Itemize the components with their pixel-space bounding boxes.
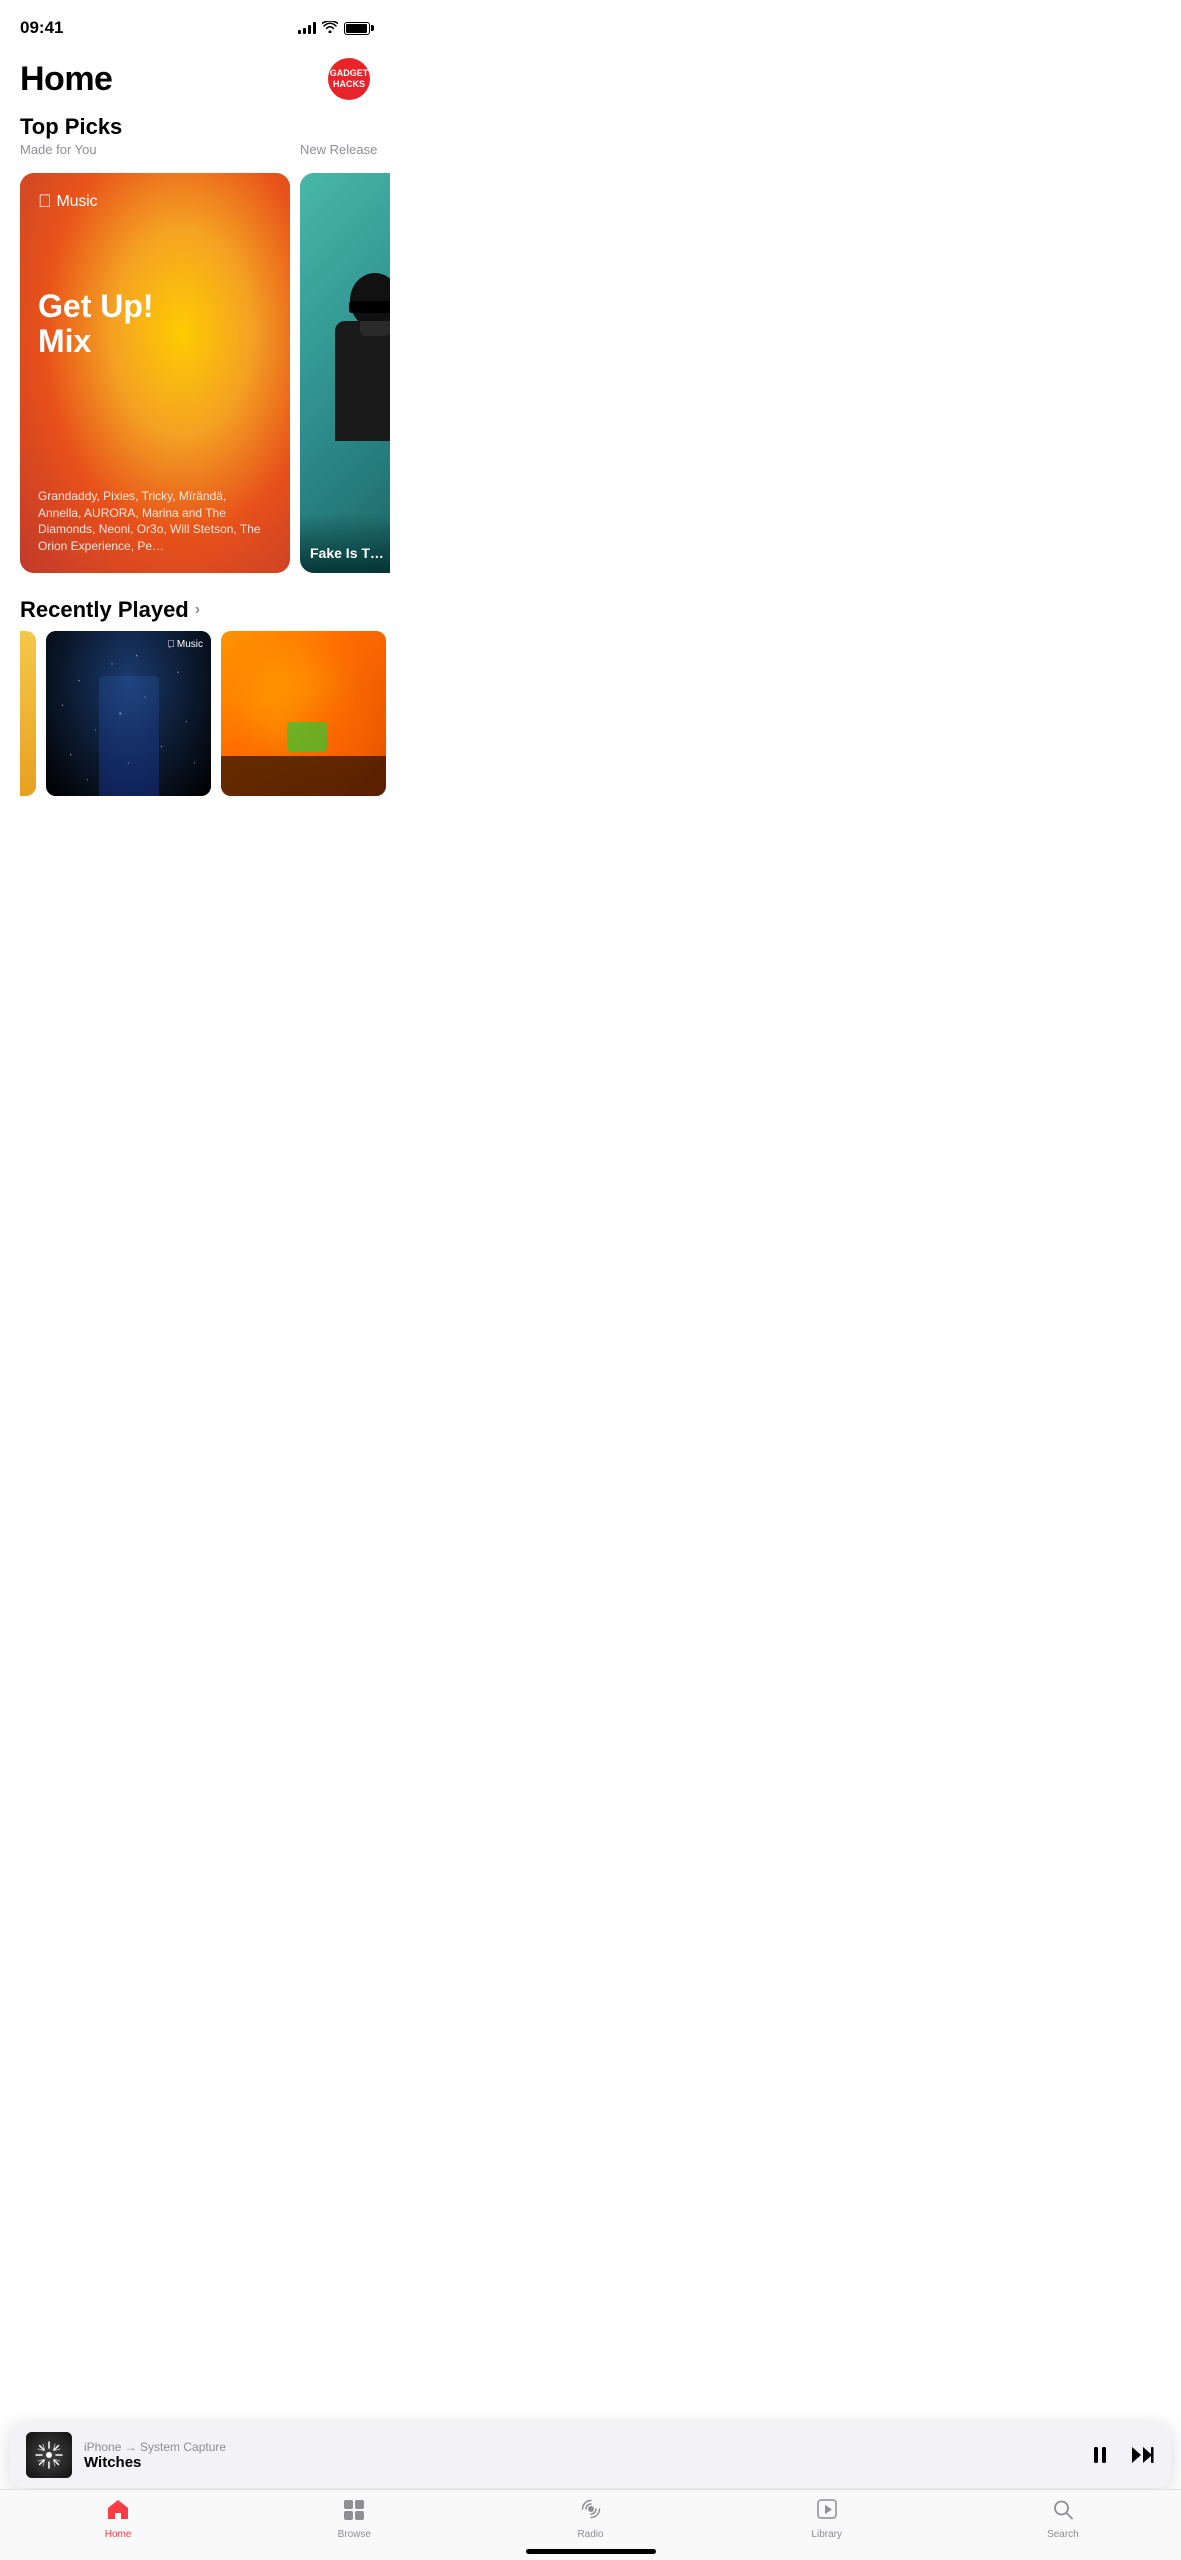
top-picks-section: Top Picks xyxy=(0,108,390,142)
tab-search-label: Search xyxy=(1047,2529,1079,2540)
apple-music-badge:  Music xyxy=(38,191,272,212)
tab-browse-label: Browse xyxy=(338,2529,371,2540)
radio-icon xyxy=(579,2498,603,2526)
user-avatar[interactable]: GADGET HACKS xyxy=(328,58,370,100)
recently-played-chevron: › xyxy=(195,601,200,619)
skip-forward-icon xyxy=(1129,2444,1155,2466)
pause-button[interactable] xyxy=(1089,2444,1111,2466)
card-artists: Grandaddy, Pixies, Tricky, Mïrändä, Anne… xyxy=(38,408,272,555)
page-title: Home xyxy=(20,60,112,99)
recent-card-starfield[interactable]:  Music xyxy=(46,631,211,796)
new-release-card[interactable]: Fake Is T… xyxy=(300,173,390,573)
orange-bottom-bar xyxy=(221,756,386,796)
signal-icon xyxy=(298,22,316,34)
tab-home-label: Home xyxy=(105,2529,132,2540)
tab-radio[interactable]: Radio xyxy=(472,2498,708,2540)
spire-shape xyxy=(99,676,159,796)
recent-card-partial-left[interactable] xyxy=(20,631,36,796)
mini-player[interactable]: iPhone → System Capture Witches xyxy=(10,2422,1171,2488)
browse-icon xyxy=(342,2498,366,2526)
skip-forward-button[interactable] xyxy=(1129,2444,1155,2466)
apple-music-badge-recent:  Music xyxy=(167,639,203,650)
artwork-inner xyxy=(26,2432,72,2478)
apple-logo-icon:  xyxy=(38,191,52,212)
status-icons xyxy=(298,20,370,36)
search-icon xyxy=(1051,2498,1075,2526)
card-title: Get Up! Mix xyxy=(38,289,272,359)
mini-player-title: Witches xyxy=(84,2454,1077,2471)
tab-home[interactable]: Home xyxy=(0,2498,236,2540)
secondary-card-label: Fake Is T… xyxy=(310,545,390,561)
orange-green-rect xyxy=(287,722,327,752)
status-bar: 09:41 xyxy=(0,0,390,48)
header: Home GADGET HACKS xyxy=(0,48,390,108)
new-release-label: New Release xyxy=(300,142,450,157)
tab-library-label: Library xyxy=(811,2529,842,2540)
made-for-you-label: Made for You xyxy=(20,142,290,157)
tab-library[interactable]: Library xyxy=(709,2498,945,2540)
top-picks-labels: Made for You New Release xyxy=(0,142,390,163)
get-up-mix-card[interactable]:  Music Get Up! Mix Grandaddy, Pixies, T… xyxy=(20,173,290,573)
mini-player-controls xyxy=(1089,2444,1155,2466)
recently-played-row:  Music xyxy=(0,631,390,812)
recent-card-orange[interactable] xyxy=(221,631,386,796)
mini-player-info: iPhone → System Capture Witches xyxy=(84,2440,1077,2471)
pause-icon xyxy=(1089,2444,1111,2466)
recently-played-header[interactable]: Recently Played › xyxy=(0,583,390,631)
card-secondary-bg xyxy=(300,173,390,573)
card-content:  Music Get Up! Mix Grandaddy, Pixies, T… xyxy=(20,173,290,573)
wifi-icon xyxy=(322,20,338,36)
tab-radio-label: Radio xyxy=(577,2529,603,2540)
tab-search[interactable]: Search xyxy=(945,2498,1181,2540)
tab-browse[interactable]: Browse xyxy=(236,2498,472,2540)
mini-player-source: iPhone → System Capture xyxy=(84,2440,1077,2454)
battery-icon xyxy=(344,22,370,35)
home-icon xyxy=(106,2498,130,2526)
mini-player-artwork xyxy=(26,2432,72,2478)
avatar-text: GADGET HACKS xyxy=(330,68,369,90)
recently-played-title: Recently Played xyxy=(20,597,189,623)
top-picks-row:  Music Get Up! Mix Grandaddy, Pixies, T… xyxy=(0,163,390,583)
section-title-top-picks: Top Picks xyxy=(20,114,370,140)
apple-music-label: Music xyxy=(57,193,98,211)
artwork-icon xyxy=(34,2440,64,2470)
status-time: 09:41 xyxy=(20,18,63,38)
library-icon xyxy=(815,2498,839,2526)
home-indicator xyxy=(526,2549,656,2554)
person-silhouette xyxy=(315,273,390,533)
